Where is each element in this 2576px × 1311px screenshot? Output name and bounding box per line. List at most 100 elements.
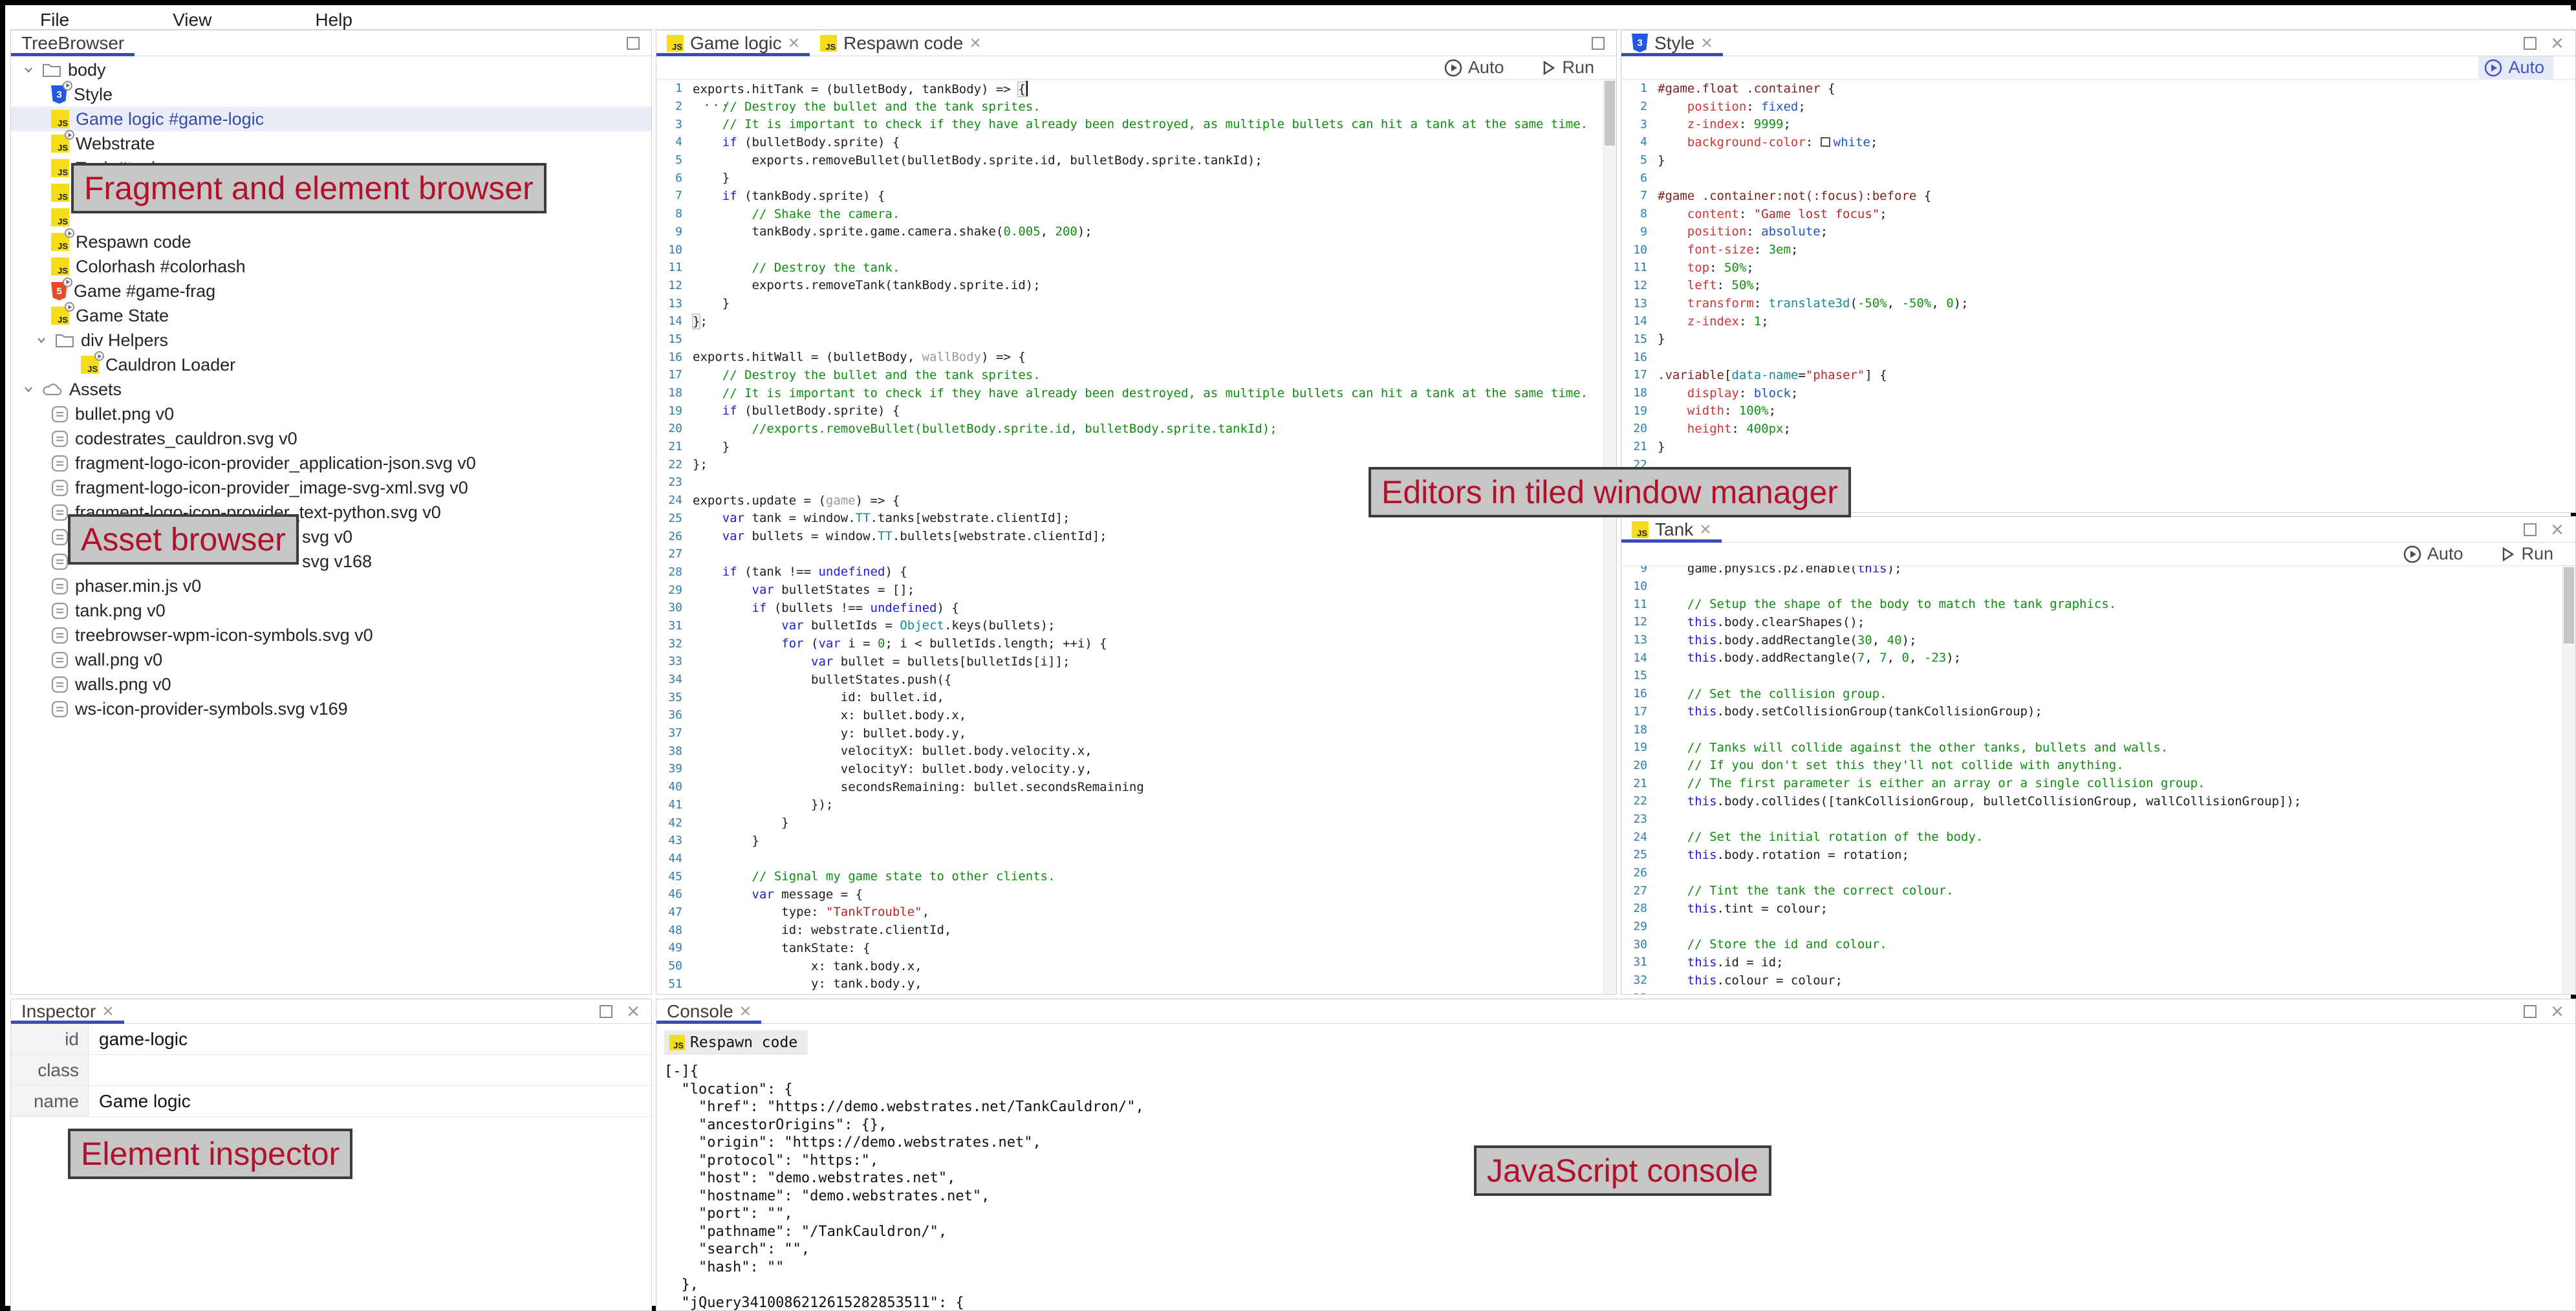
tree-item[interactable]: body <box>11 58 651 82</box>
code-text: } <box>693 834 759 848</box>
app-background: File View Help TreeBrowser body3StyleJSG… <box>5 5 2571 1306</box>
line-number: 19 <box>1621 404 1658 418</box>
tree-item[interactable]: 5Game #game-frag <box>11 279 651 303</box>
code-editor-tank[interactable]: 9 game.physics.p2.enable(this);1011 // S… <box>1621 566 2575 994</box>
auto-button[interactable]: Auto <box>2478 56 2553 79</box>
code-text: y: bullet.body.y, <box>693 726 966 741</box>
line-number: 49 <box>656 941 693 955</box>
maximize-icon[interactable] <box>1592 37 1605 50</box>
maximize-icon[interactable] <box>2524 37 2537 50</box>
tree-item[interactable]: bullet.png v0 <box>11 402 651 426</box>
close-tab-icon[interactable]: × <box>788 34 800 53</box>
code-line: 7#game .container:not(:focus):before { <box>1621 187 2575 205</box>
tree-item[interactable]: 3Style <box>11 82 651 107</box>
maximize-icon[interactable] <box>627 37 640 50</box>
code-text: var tank = window.TT.tanks[webstrate.cli… <box>693 511 1070 525</box>
js-icon: JS <box>51 184 69 202</box>
line-number: 33 <box>656 655 693 668</box>
tree-item[interactable]: Assets <box>11 377 651 402</box>
code-text: exports.hitWall = (bulletBody, wallBody)… <box>693 350 1026 364</box>
tree-item-label: fragment-logo-icon-provider_image-svg-xm… <box>75 478 468 498</box>
code-line: 18 display: block; <box>1621 384 2575 402</box>
inspector-field-value[interactable] <box>89 1055 651 1085</box>
tab-respawn-code[interactable]: JS Respawn code × <box>810 30 991 56</box>
line-number: 2 <box>656 100 693 113</box>
chevron-down-icon[interactable] <box>21 382 36 396</box>
css-icon: 3 <box>1632 34 1648 52</box>
chevron-down-icon[interactable] <box>21 63 36 77</box>
close-panel-icon[interactable]: × <box>2551 1002 2564 1021</box>
tab-inspector[interactable]: Inspector × <box>11 999 124 1024</box>
tree-item[interactable]: JSCauldron Loader <box>11 352 651 377</box>
close-tab-icon[interactable]: × <box>1701 34 1713 53</box>
code-line: 14}; <box>656 312 1616 330</box>
line-number: 14 <box>1621 651 1658 665</box>
tree-item-label: Game State <box>76 306 169 326</box>
maximize-icon[interactable] <box>2524 1005 2537 1018</box>
inspector-field-value[interactable]: game-logic <box>89 1024 651 1054</box>
code-text: position: fixed; <box>1658 100 1806 114</box>
menu-help[interactable]: Help <box>315 10 352 30</box>
close-panel-icon[interactable]: × <box>627 1002 640 1021</box>
tree-item-label: tank.png v0 <box>75 601 166 621</box>
tab-treebrowser[interactable]: TreeBrowser <box>11 30 135 56</box>
tree-item[interactable]: JSGame logic #game-logic <box>11 107 651 131</box>
code-editor-game-logic[interactable]: ... 1exports.hitTank = (bulletBody, tank… <box>656 80 1616 994</box>
code-text: tankState: { <box>693 941 871 955</box>
code-text: } <box>1658 440 1665 454</box>
close-tab-icon[interactable]: × <box>969 34 981 53</box>
code-text: if (tankBody.sprite) { <box>693 189 885 203</box>
menu-file[interactable]: File <box>40 10 69 30</box>
chevron-down-icon[interactable] <box>34 333 49 347</box>
tree-item[interactable]: fragment-logo-icon-provider_image-svg-xm… <box>11 475 651 500</box>
asset-icon <box>51 479 69 497</box>
scrollbar-thumb[interactable] <box>2564 567 2574 644</box>
close-tab-icon[interactable]: × <box>1700 520 1711 539</box>
run-button[interactable]: Run <box>2499 544 2553 564</box>
code-editor-style[interactable]: 1#game.float .container {2 position: fix… <box>1621 80 2575 512</box>
tree-item[interactable]: JSRespawn code <box>11 230 651 254</box>
line-number: 16 <box>656 351 693 364</box>
tree-item-label: wall.png v0 <box>75 650 162 670</box>
auto-button[interactable]: Auto <box>1444 58 1504 78</box>
tree-item[interactable]: ws-icon-provider-symbols.svg v169 <box>11 697 651 721</box>
line-number: 25 <box>1621 848 1658 861</box>
close-tab-icon[interactable]: × <box>102 1002 114 1021</box>
scrollbar-track[interactable] <box>1603 80 1616 994</box>
tab-style[interactable]: 3 Style × <box>1621 30 1723 56</box>
line-number: 20 <box>1621 422 1658 435</box>
tree-item[interactable]: phaser.min.js v0 <box>11 574 651 598</box>
tab-console[interactable]: Console × <box>656 999 761 1024</box>
scrollbar-track[interactable] <box>2562 566 2575 994</box>
maximize-icon[interactable] <box>2524 523 2537 536</box>
code-text: exports.hitTank = (bulletBody, tankBody)… <box>693 81 1028 96</box>
tree-item[interactable]: JSGame State <box>11 303 651 328</box>
close-panel-icon[interactable]: × <box>2551 520 2564 539</box>
close-tab-icon[interactable]: × <box>740 1002 752 1021</box>
console-line: "port": "", <box>664 1205 2575 1223</box>
tree-item[interactable]: wall.png v0 <box>11 647 651 672</box>
tree-item[interactable]: codestrates_cauldron.svg v0 <box>11 426 651 451</box>
tree-item[interactable]: tank.png v0 <box>11 598 651 623</box>
console-source-chip[interactable]: JS Respawn code <box>664 1030 808 1055</box>
tree-item[interactable]: JSColorhash #colorhash <box>11 254 651 279</box>
fold-marker[interactable]: ... <box>703 94 730 109</box>
tab-game-logic[interactable]: JS Game logic × <box>656 30 810 56</box>
code-line: 11 // Destroy the tank. <box>656 259 1616 277</box>
tab-tank[interactable]: JS Tank × <box>1621 517 1722 543</box>
asset-icon <box>51 602 69 620</box>
tree-item[interactable]: fragment-logo-icon-provider_application-… <box>11 451 651 475</box>
run-button[interactable]: Run <box>1540 58 1594 78</box>
tree-item[interactable]: div Helpers <box>11 328 651 352</box>
tree-item[interactable]: treebrowser-wpm-icon-symbols.svg v0 <box>11 623 651 647</box>
inspector-field-value[interactable]: Game logic <box>89 1086 651 1116</box>
tree-item-label: body <box>68 60 106 80</box>
scrollbar-thumb[interactable] <box>1605 81 1615 146</box>
code-text: if (bulletBody.sprite) { <box>693 404 900 418</box>
maximize-icon[interactable] <box>600 1005 612 1018</box>
tree-item[interactable]: JSWebstrate <box>11 131 651 156</box>
close-panel-icon[interactable]: × <box>2551 34 2564 53</box>
auto-button[interactable]: Auto <box>2403 544 2463 564</box>
menu-view[interactable]: View <box>173 10 211 30</box>
tree-item[interactable]: walls.png v0 <box>11 672 651 697</box>
